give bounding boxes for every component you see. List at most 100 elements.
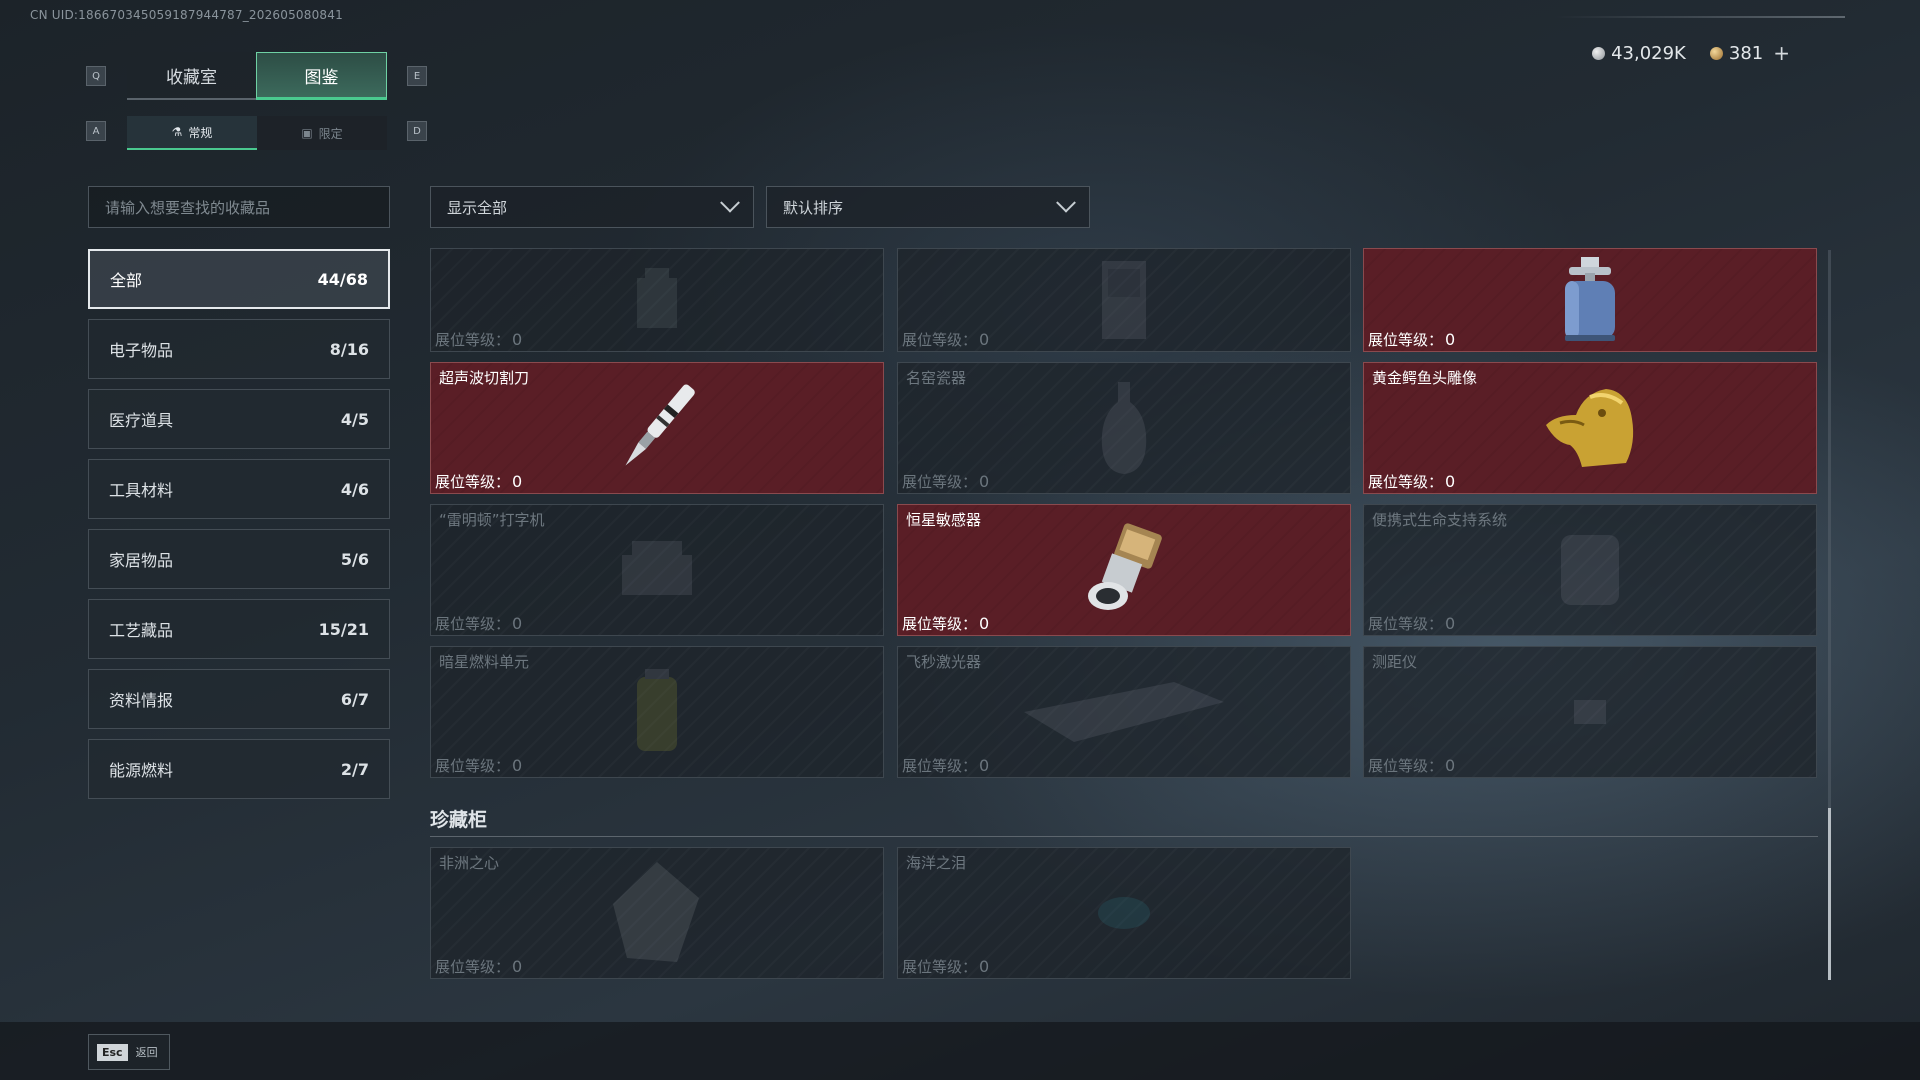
category-tools[interactable]: 工具材料 4/6 (88, 459, 390, 519)
category-all[interactable]: 全部 44/68 (88, 249, 390, 309)
subtab-limited-label: 限定 (318, 126, 343, 141)
level-label: 展位等级： (1368, 615, 1444, 633)
level-value: 0 (1445, 330, 1456, 349)
level-value: 0 (979, 614, 990, 633)
esc-key-hint: Esc (97, 1043, 128, 1061)
silver-currency: 43,029K (1592, 43, 1686, 64)
item-name: 黄金鳄鱼头雕像 (1372, 369, 1478, 387)
subtab-regular[interactable]: ⚗ 常规 (127, 116, 257, 150)
top-decor-line (1555, 16, 1845, 18)
section-title: 珍藏柜 (430, 809, 488, 831)
vase-icon (1094, 378, 1154, 478)
key-hint-d: D (407, 121, 427, 141)
currency-bar: 43,029K 381 + (1592, 40, 1790, 66)
item-card[interactable]: 非洲之心 展位等级： 0 (430, 847, 884, 979)
chevron-down-icon (720, 192, 740, 213)
item-level: 展位等级： 0 (435, 613, 522, 634)
tab-collection-room[interactable]: 收藏室 (127, 52, 256, 100)
category-intel[interactable]: 资料情报 6/7 (88, 669, 390, 729)
level-label: 展位等级： (902, 757, 978, 775)
item-level: 展位等级： 0 (1368, 329, 1455, 350)
item-name: 暗星燃料单元 (439, 653, 530, 671)
gold-crocodile-icon (1540, 383, 1640, 473)
footer-bar (0, 1022, 1920, 1080)
sub-tab-bar: ⚗ 常规 ▣ 限定 (127, 116, 387, 150)
flask-icon: ⚗ (171, 125, 183, 139)
category-label: 工具材料 (109, 481, 174, 500)
item-name: 名窑瓷器 (906, 369, 967, 387)
section-divider (430, 836, 1818, 837)
item-card[interactable]: 黄金鳄鱼头雕像 展位等级： 0 (1363, 362, 1817, 494)
item-name: 非洲之心 (439, 854, 500, 872)
back-label: 返回 (135, 1046, 158, 1059)
item-level: 展位等级： 0 (902, 956, 989, 977)
level-label: 展位等级： (435, 615, 511, 633)
level-label: 展位等级： (1368, 757, 1444, 775)
gold-amount: 381 (1728, 42, 1764, 64)
item-card[interactable]: 展位等级： 0 (430, 248, 884, 352)
key-hint-a: A (86, 121, 106, 141)
level-label: 展位等级： (1368, 473, 1444, 491)
category-electronics[interactable]: 电子物品 8/16 (88, 319, 390, 379)
category-count: 44/68 (317, 269, 368, 289)
item-name: 飞秒激光器 (906, 653, 982, 671)
picture-icon: ▣ (301, 126, 313, 140)
category-label: 能源燃料 (109, 761, 174, 780)
item-level: 展位等级： 0 (1368, 613, 1455, 634)
category-label: 医疗道具 (109, 411, 174, 430)
item-card[interactable]: 飞秒激光器展位等级： 0 (897, 646, 1351, 778)
cabinet-icon (1084, 255, 1164, 345)
level-value: 0 (979, 957, 990, 976)
item-card[interactable]: 超声波切割刀 展位等级： 0 (430, 362, 884, 494)
category-medical[interactable]: 医疗道具 4/5 (88, 389, 390, 449)
uid-text: CN UID:186670345059187944787_20260508084… (30, 8, 343, 22)
sort-dropdown[interactable]: 默认排序 (766, 186, 1090, 228)
item-level: 展位等级： 0 (435, 329, 522, 350)
silver-coin-icon (1592, 46, 1606, 60)
category-count: 15/21 (318, 619, 369, 639)
category-count: 2/7 (340, 759, 369, 779)
category-label: 全部 (110, 271, 143, 290)
level-label: 展位等级： (435, 757, 511, 775)
item-card[interactable]: “雷明顿”打字机 展位等级： 0 (430, 504, 884, 636)
search-input[interactable]: 请输入想要查找的收藏品 (88, 186, 390, 228)
level-value: 0 (979, 330, 990, 349)
category-list: 全部 44/68 电子物品 8/16 医疗道具 4/5 工具材料 4/6 家居物… (88, 249, 390, 809)
add-currency-button[interactable]: + (1773, 41, 1790, 65)
level-value: 0 (979, 756, 990, 775)
category-count: 4/6 (340, 479, 369, 499)
item-card[interactable]: 便携式生命支持系统 展位等级： 0 (1363, 504, 1817, 636)
level-value: 0 (512, 472, 523, 491)
item-card[interactable]: 展位等级： 0 (897, 248, 1351, 352)
item-card[interactable]: 海洋之泪展位等级： 0 (897, 847, 1351, 979)
subtab-limited[interactable]: ▣ 限定 (257, 116, 387, 150)
item-card[interactable]: 暗星燃料单元 展位等级： 0 (430, 646, 884, 778)
category-household[interactable]: 家居物品 5/6 (88, 529, 390, 589)
level-value: 0 (512, 957, 523, 976)
gas-canister-icon (1555, 255, 1625, 345)
category-count: 6/7 (340, 689, 369, 709)
level-label: 展位等级： (902, 615, 978, 633)
level-label: 展位等级： (1368, 331, 1444, 349)
diamond-icon (607, 858, 707, 968)
item-level: 展位等级： 0 (902, 755, 989, 776)
item-card[interactable]: 恒星敏感器 展位等级： 0 (897, 504, 1351, 636)
item-name: 海洋之泪 (906, 854, 967, 872)
item-card[interactable]: 测距仪 展位等级： 0 (1363, 646, 1817, 778)
back-button[interactable]: Esc 返回 (88, 1034, 170, 1070)
category-count: 8/16 (329, 339, 369, 359)
item-card[interactable]: 展位等级： 0 (1363, 248, 1817, 352)
level-label: 展位等级： (902, 473, 978, 491)
category-energy[interactable]: 能源燃料 2/7 (88, 739, 390, 799)
scrollbar-thumb[interactable] (1828, 808, 1831, 980)
filter-dropdown[interactable]: 显示全部 (430, 186, 754, 228)
category-label: 资料情报 (109, 691, 174, 710)
category-crafts[interactable]: 工艺藏品 15/21 (88, 599, 390, 659)
item-name: 超声波切割刀 (439, 369, 530, 387)
fuel-cell-icon (627, 667, 687, 757)
tab-catalog[interactable]: 图鉴 (256, 52, 387, 100)
main-tab-bar: 收藏室 图鉴 (127, 52, 387, 100)
item-card[interactable]: 名窑瓷器 展位等级： 0 (897, 362, 1351, 494)
subtab-regular-label: 常规 (188, 125, 213, 140)
sort-dropdown-value: 默认排序 (783, 198, 844, 217)
